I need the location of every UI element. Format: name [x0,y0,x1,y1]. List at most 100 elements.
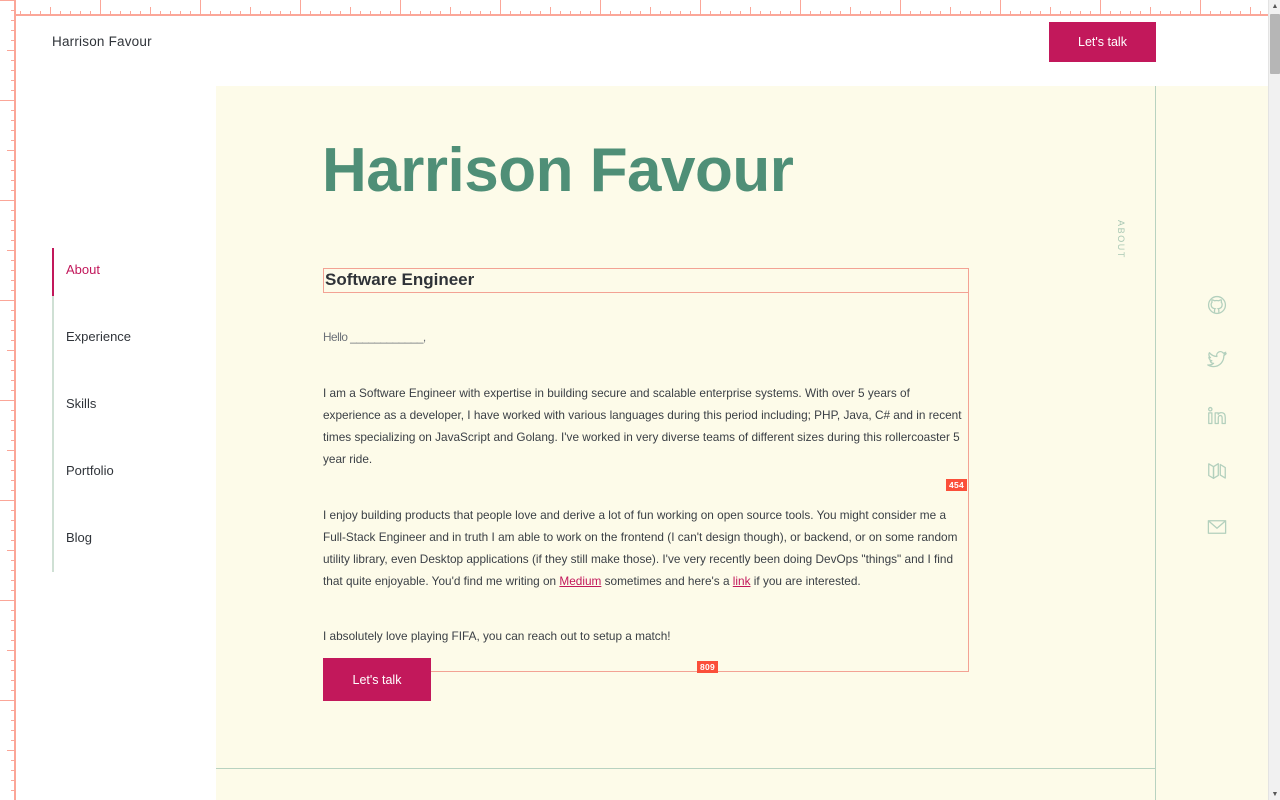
ruler-tick [11,470,16,471]
ruler-tick [970,11,971,16]
vertical-scrollbar[interactable]: ▲ ▼ [1268,0,1280,800]
ruler-tick [510,11,511,16]
ruler-tick [190,11,191,16]
sidebar-item-experience[interactable]: Experience [66,329,131,344]
ruler-tick [960,11,961,16]
ruler-tick [11,510,16,511]
ruler-tick [11,70,16,71]
ruler-tick [950,7,951,16]
ruler-tick [1010,11,1011,16]
ruler-tick [380,11,381,16]
ruler-tick [520,11,521,16]
ruler-tick [11,320,16,321]
scroll-up-arrow[interactable]: ▲ [1269,0,1280,12]
sidebar-active-indicator [52,248,54,296]
ruler-tick [300,0,301,16]
paragraph-2-text-c: if you are interested. [750,574,861,588]
ruler-tick [400,0,401,16]
ruler-tick [11,370,16,371]
ruler-tick [120,11,121,16]
ruler-tick [11,660,16,661]
ruler-left [0,0,16,800]
ruler-tick [0,300,16,301]
sidebar-item-about[interactable]: About [66,262,100,277]
paragraph-2-text-b: sometimes and here's a [601,574,733,588]
ruler-tick [11,130,16,131]
ruler-tick [680,11,681,16]
ruler-tick [370,11,371,16]
ruler-tick [180,11,181,16]
ruler-tick [40,11,41,16]
ruler-tick [11,630,16,631]
ruler-tick [640,11,641,16]
social-links [1200,288,1240,548]
ruler-tick [1020,11,1021,16]
section-label-text: ABOUT [1116,220,1126,260]
ruler-tick [0,100,16,101]
ruler-tick [11,310,16,311]
role-subtitle: Software Engineer [325,270,475,289]
main-lets-talk-button[interactable]: Let's talk [323,658,431,701]
scroll-down-arrow[interactable]: ▼ [1269,788,1280,800]
sidebar-item-portfolio[interactable]: Portfolio [66,463,114,478]
sidebar-item-skills[interactable]: Skills [66,396,96,411]
ruler-tick [1250,7,1251,16]
ruler-tick [30,11,31,16]
measure-badge-width: 809 [697,661,719,673]
ruler-tick [11,590,16,591]
ruler-tick [740,11,741,16]
ruler-tick [790,11,791,16]
ruler-tick [11,230,16,231]
ruler-tick [11,190,16,191]
ruler-tick [920,11,921,16]
page-title: Harrison Favour [322,136,794,205]
ruler-tick [1200,0,1201,16]
ruler-tick [7,450,16,451]
portfolio-link[interactable]: link [733,574,751,588]
ruler-tick [50,7,51,16]
ruler-tick [280,11,281,16]
ruler-tick [11,520,16,521]
ruler-tick [11,440,16,441]
medium-icon[interactable] [1200,454,1234,488]
ruler-tick [11,270,16,271]
ruler-tick [1100,0,1101,16]
ruler-tick [11,770,16,771]
ruler-tick [850,7,851,16]
ruler-tick [170,11,171,16]
medium-link[interactable]: Medium [559,574,601,588]
ruler-tick [80,11,81,16]
linkedin-icon[interactable] [1200,399,1234,433]
ruler-tick [11,120,16,121]
ruler-tick [11,40,16,41]
ruler-tick [130,11,131,16]
ruler-tick [930,11,931,16]
ruler-tick [11,220,16,221]
github-icon[interactable] [1200,288,1234,322]
ruler-tick [620,11,621,16]
ruler-tick [140,11,141,16]
sidebar-item-blog[interactable]: Blog [66,530,92,545]
ruler-tick [580,11,581,16]
ruler-tick [310,11,311,16]
ruler-tick [1000,0,1001,16]
scrollbar-thumb[interactable] [1270,14,1280,74]
ruler-tick [7,550,16,551]
ruler-tick [11,720,16,721]
ruler-tick [0,200,16,201]
ruler-tick [11,560,16,561]
email-icon[interactable] [1200,510,1234,544]
ruler-tick [810,11,811,16]
header-lets-talk-button[interactable]: Let's talk [1049,22,1156,62]
ruler-tick [820,11,821,16]
ruler-tick [1120,11,1121,16]
ruler-tick [750,7,751,16]
ruler-tick [90,11,91,16]
ruler-tick [270,11,271,16]
ruler-tick [1060,11,1061,16]
ruler-tick [440,11,441,16]
ruler-tick [7,50,16,51]
ruler-tick [1130,11,1131,16]
twitter-icon[interactable] [1200,343,1234,377]
ruler-tick [1160,11,1161,16]
